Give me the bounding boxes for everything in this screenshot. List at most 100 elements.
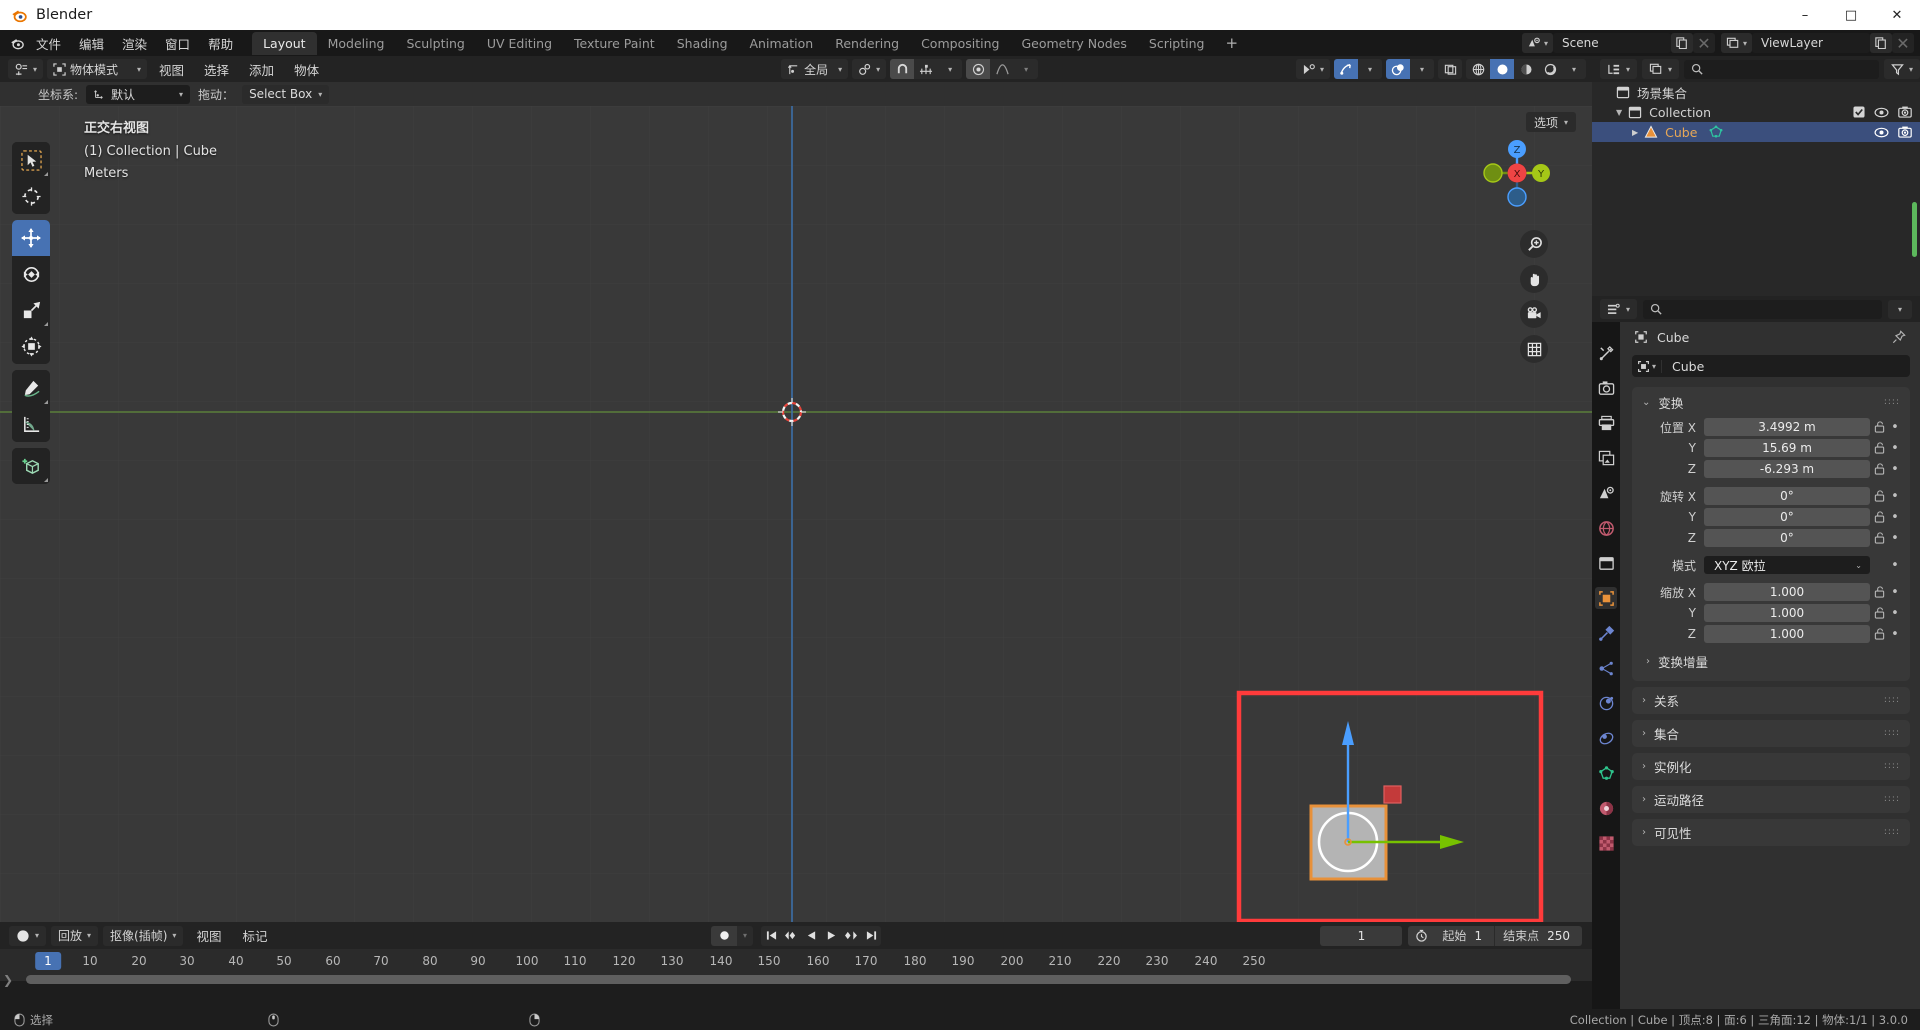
snap-chevron-icon[interactable]: ▾: [938, 59, 962, 79]
animate-dot-icon[interactable]: •: [1888, 441, 1902, 456]
drag-dots-icon[interactable]: ::::: [1884, 762, 1900, 771]
viewlayer-selector[interactable]: ▾ ViewLayer ✕: [1720, 33, 1914, 53]
move-tool-button[interactable]: [12, 220, 50, 256]
properties-search-input[interactable]: [1643, 299, 1882, 319]
tool-tab[interactable]: [1595, 342, 1617, 364]
menu-help[interactable]: 帮助: [199, 31, 242, 56]
timeline-menu-keying[interactable]: 抠像(插帧) ▾: [103, 925, 184, 946]
scene-tab[interactable]: [1595, 482, 1617, 504]
minimize-button[interactable]: –: [1782, 0, 1828, 30]
lock-icon[interactable]: [1870, 442, 1888, 454]
orientation-dropdown[interactable]: 默认 ▾: [86, 84, 191, 104]
drag-action-dropdown[interactable]: Select Box ▾: [242, 84, 330, 104]
animate-dot-icon[interactable]: •: [1888, 531, 1902, 546]
drag-dots-icon[interactable]: ::::: [1884, 696, 1900, 705]
add-cube-tool-button[interactable]: [12, 448, 50, 484]
end-frame-value[interactable]: 250: [1547, 929, 1582, 943]
measure-tool-button[interactable]: [12, 406, 50, 442]
viewlayer-icon[interactable]: ▾: [1720, 33, 1752, 53]
object-name-value[interactable]: Cube: [1662, 359, 1704, 374]
workspace-tab-sculpting[interactable]: Sculpting: [395, 32, 475, 55]
viewport-menu-object[interactable]: 物体: [286, 57, 327, 82]
gizmo-toggle-group[interactable]: ▾: [1334, 59, 1382, 79]
outliner-search-input[interactable]: [1684, 59, 1879, 79]
proportional-edit-icon[interactable]: [966, 59, 991, 79]
annotate-tool-button[interactable]: [12, 370, 50, 406]
unlink-scene-button[interactable]: ✕: [1692, 33, 1715, 53]
add-workspace-button[interactable]: +: [1215, 34, 1248, 52]
lock-icon[interactable]: [1870, 532, 1888, 544]
viewport-menu-view[interactable]: 视图: [151, 57, 192, 82]
viewlayer-name-field[interactable]: ViewLayer: [1752, 33, 1870, 53]
outliner-row-cube[interactable]: ▶ Cube: [1592, 122, 1920, 142]
xray-toggle-icon[interactable]: [1438, 59, 1462, 79]
lock-icon[interactable]: [1870, 490, 1888, 502]
rotation-z-value[interactable]: 0°: [1704, 529, 1870, 547]
properties-panel[interactable]: Cube ▾ Cube ⌄ 变换 :::: 位置 X 3.4992 m • Y …: [1620, 322, 1920, 1009]
play-reverse-button[interactable]: [801, 926, 821, 946]
jump-to-end-button[interactable]: [861, 926, 881, 946]
cursor-tool-button[interactable]: [12, 178, 50, 214]
zoom-icon[interactable]: [1520, 230, 1548, 258]
material-preview-shading-icon[interactable]: [1514, 59, 1538, 79]
rotate-tool-button[interactable]: [12, 256, 50, 292]
transform-panel-header[interactable]: ⌄ 变换 ::::: [1632, 393, 1910, 416]
outliner-display-mode[interactable]: ▾: [1642, 59, 1680, 79]
timeline-expand-arrow[interactable]: ❯: [3, 973, 13, 987]
proportional-editing-controls[interactable]: ▾: [966, 59, 1039, 79]
object-name-field[interactable]: ▾ Cube: [1632, 355, 1910, 377]
lock-icon[interactable]: [1870, 463, 1888, 475]
outliner-editor-type[interactable]: ▾: [1600, 59, 1638, 79]
outliner-panel[interactable]: 场景集合 ▼ Collection ▶ Cube: [1592, 82, 1920, 296]
timeline-editor-type[interactable]: ▾: [9, 925, 47, 946]
shading-mode-group[interactable]: ▾: [1466, 59, 1586, 79]
interaction-mode-selector[interactable]: 物体模式 ▾: [47, 59, 148, 79]
timeline-menu-marker[interactable]: 标记: [234, 923, 275, 948]
timeline-playhead[interactable]: 1: [35, 952, 61, 970]
particles-tab[interactable]: [1595, 657, 1617, 679]
show-overlays-icon[interactable]: [1386, 59, 1410, 79]
material-tab[interactable]: [1595, 797, 1617, 819]
tweak-tool-button[interactable]: [12, 142, 50, 178]
camera-view-icon[interactable]: [1520, 300, 1548, 328]
outliner-scrollbar[interactable]: [1912, 202, 1917, 257]
lock-icon[interactable]: [1870, 421, 1888, 433]
timeline-menu-playback[interactable]: 回放 ▾: [51, 925, 99, 946]
constraints-tab[interactable]: [1595, 727, 1617, 749]
editor-type-selector[interactable]: ▾: [8, 59, 44, 79]
new-scene-button[interactable]: [1670, 33, 1693, 53]
frame-range-group[interactable]: 起始 1 结束点 250: [1408, 925, 1582, 946]
pin-icon[interactable]: [1892, 330, 1906, 344]
output-tab[interactable]: [1595, 412, 1617, 434]
properties-options-button[interactable]: ▾: [1888, 299, 1912, 319]
animate-dot-icon[interactable]: •: [1888, 462, 1902, 477]
motion-paths-panel[interactable]: › 运动路径 ::::: [1632, 786, 1910, 813]
new-viewlayer-button[interactable]: [1870, 33, 1892, 53]
jump-to-start-button[interactable]: [761, 926, 781, 946]
workspace-tab-shading[interactable]: Shading: [666, 32, 739, 55]
blender-menu-icon[interactable]: [7, 33, 27, 53]
current-frame-field[interactable]: 1: [1320, 925, 1403, 946]
data-tab[interactable]: [1595, 762, 1617, 784]
outliner-row-collection[interactable]: ▼ Collection: [1592, 102, 1920, 122]
timeline-scrollbar[interactable]: [26, 975, 1571, 984]
scene-name-field[interactable]: Scene: [1552, 33, 1671, 53]
relations-panel[interactable]: › 关系 ::::: [1632, 687, 1910, 714]
transform-orientation-selector[interactable]: 全局 ▾: [781, 59, 849, 79]
workspace-tab-compositing[interactable]: Compositing: [910, 32, 1010, 55]
workspace-tab-scripting[interactable]: Scripting: [1138, 32, 1216, 55]
disclosure-triangle-icon[interactable]: ▶: [1632, 128, 1638, 137]
object-tab[interactable]: [1595, 587, 1617, 609]
rotation-y-value[interactable]: 0°: [1704, 508, 1870, 526]
rotation-x-value[interactable]: 0°: [1704, 487, 1870, 505]
animate-dot-icon[interactable]: •: [1888, 627, 1902, 642]
rendered-shading-icon[interactable]: [1538, 59, 1562, 79]
disclosure-triangle-icon[interactable]: ▼: [1616, 108, 1622, 117]
auto-keying-toggle[interactable]: ▾: [711, 925, 753, 946]
workspace-tab-rendering[interactable]: Rendering: [824, 32, 910, 55]
modifier-tab[interactable]: [1595, 622, 1617, 644]
falloff-chevron-icon[interactable]: ▾: [1014, 59, 1038, 79]
maximize-button[interactable]: □: [1828, 0, 1874, 30]
snap-target-selector[interactable]: ▾: [852, 59, 887, 79]
collection-tab[interactable]: [1595, 552, 1617, 574]
